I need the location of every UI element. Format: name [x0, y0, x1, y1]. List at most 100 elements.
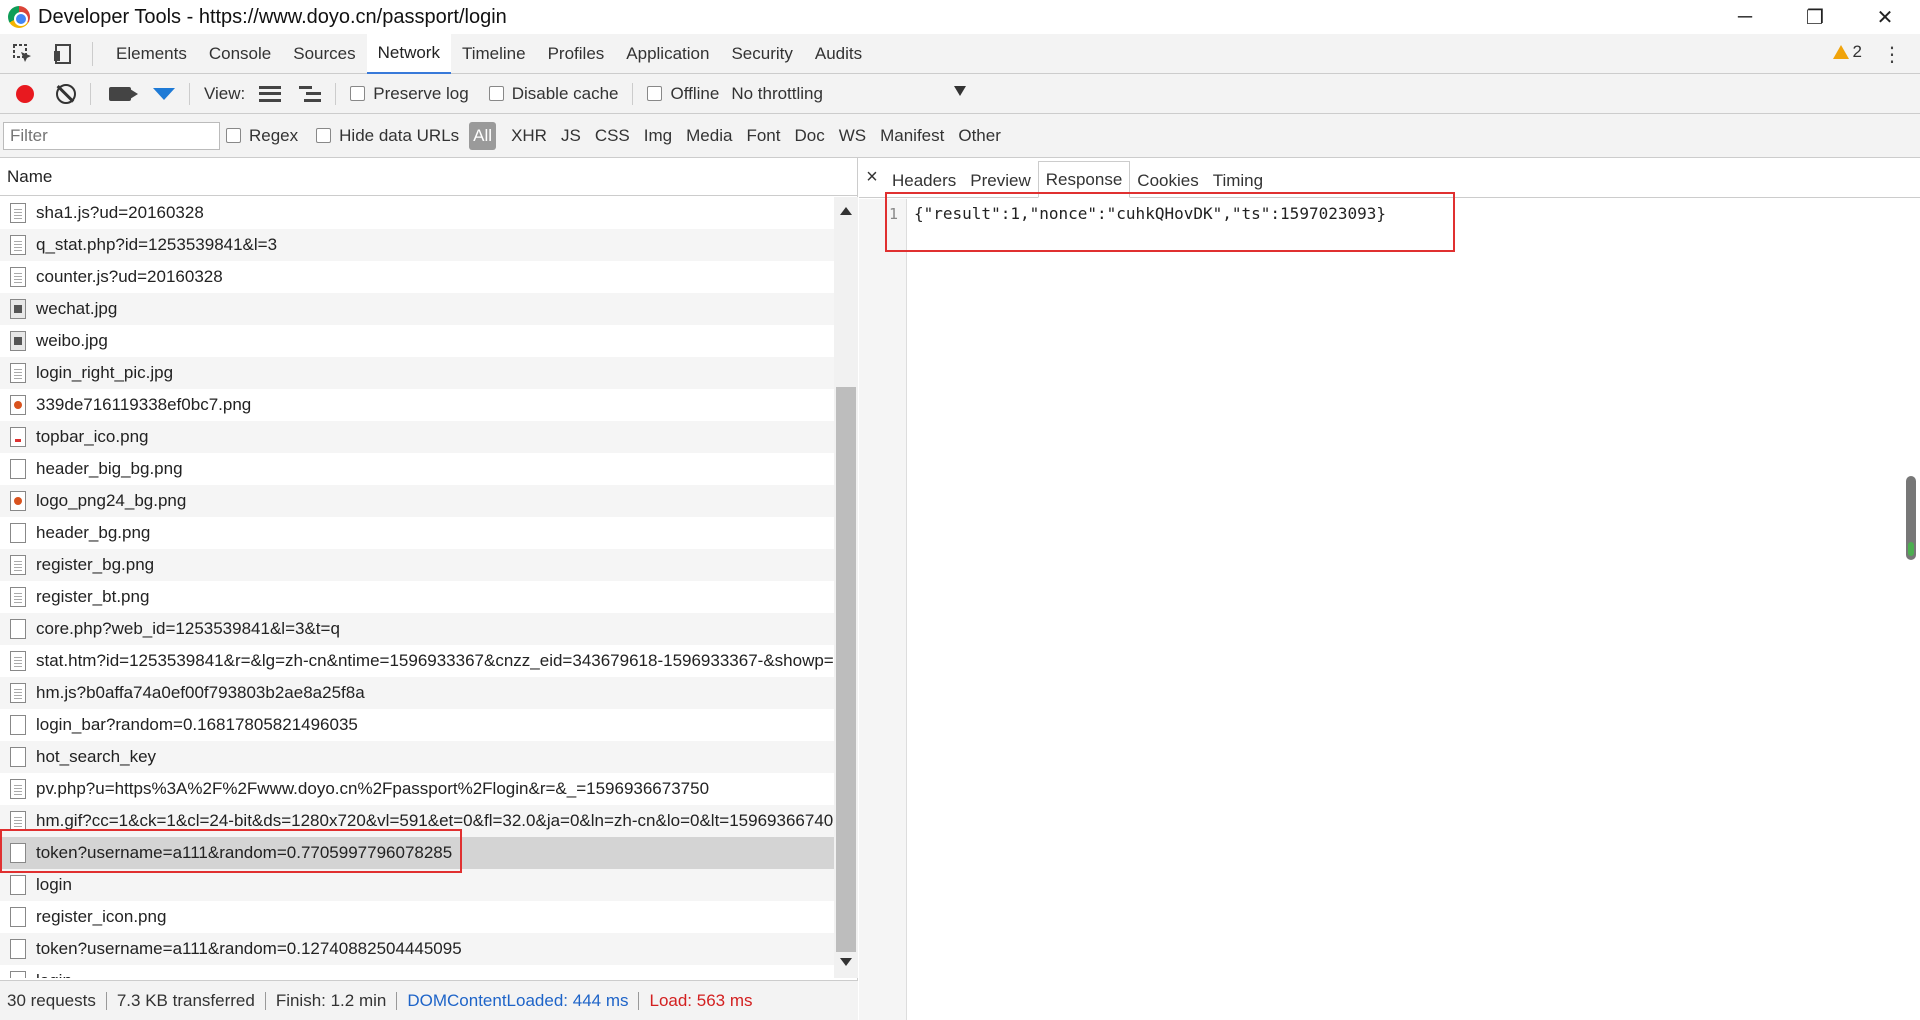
status-divider	[638, 991, 640, 1010]
filter-type-css[interactable]: CSS	[588, 122, 637, 150]
request-name: logo_png24_bg.png	[36, 491, 187, 510]
disable-cache-check[interactable]	[488, 86, 504, 101]
file-icon	[10, 267, 26, 287]
file-icon	[10, 875, 26, 895]
request-row[interactable]: stat.htm?id=1253539841&r=&lg=zh-cn&ntime…	[0, 645, 834, 677]
request-row[interactable]: register_icon.png	[0, 901, 834, 933]
request-row[interactable]: wechat.jpg	[0, 293, 834, 325]
line-gutter: 1	[859, 199, 907, 1020]
request-row[interactable]: 339de716119338ef0bc7.png	[0, 389, 834, 421]
filter-input[interactable]	[3, 121, 220, 150]
highlight-box-response	[885, 192, 1455, 252]
tab-elements[interactable]: Elements	[105, 34, 198, 74]
request-row[interactable]: q_stat.php?id=1253539841&l=3	[0, 229, 834, 261]
request-row[interactable]: sha1.js?ud=20160328	[0, 197, 834, 229]
capture-screenshots-icon[interactable]	[109, 86, 138, 101]
scrollbar-thumb[interactable]	[836, 387, 856, 952]
clear-icon[interactable]	[56, 83, 76, 104]
transferred-size: 7.3 KB transferred	[116, 990, 255, 1010]
preserve-log-check[interactable]	[350, 86, 366, 101]
status-divider	[105, 991, 107, 1010]
request-row[interactable]: header_big_bg.png	[0, 453, 834, 485]
hide-data-urls-check[interactable]	[316, 128, 332, 143]
overview-icon[interactable]	[299, 85, 322, 102]
request-row[interactable]: register_bt.png	[0, 581, 834, 613]
file-icon	[10, 907, 26, 927]
offline-checkbox[interactable]: Offline	[647, 84, 719, 104]
filter-type-xhr[interactable]: XHR	[504, 122, 554, 150]
request-row[interactable]: token?username=a111&random=0.12740882504…	[0, 933, 834, 965]
request-row[interactable]: weibo.jpg	[0, 325, 834, 357]
name-column-header[interactable]: Name	[0, 158, 857, 196]
disable-cache-checkbox[interactable]: Disable cache	[488, 84, 618, 104]
throttling-select[interactable]: No throttling	[731, 84, 823, 104]
preserve-log-label: Preserve log	[373, 83, 469, 103]
response-viewer[interactable]: 1 {"result":1,"nonce":"cuhkQHovDK","ts":…	[859, 199, 1920, 1020]
restore-button[interactable]: ❐	[1780, 0, 1850, 34]
filter-type-img[interactable]: Img	[637, 122, 679, 150]
hide-data-urls-checkbox[interactable]: Hide data URLs	[316, 126, 459, 146]
request-name: register_icon.png	[36, 907, 167, 926]
request-row[interactable]: logo_png24_bg.png	[0, 485, 834, 517]
window-title: Developer Tools - https://www.doyo.cn/pa…	[38, 5, 507, 28]
record-icon[interactable]	[16, 84, 34, 103]
request-row[interactable]: register_bg.png	[0, 549, 834, 581]
tab-audits[interactable]: Audits	[804, 34, 873, 74]
throttling-dropdown-icon[interactable]	[954, 86, 966, 96]
offline-check[interactable]	[647, 86, 663, 101]
regex-check[interactable]	[226, 128, 241, 143]
request-row[interactable]: hm.js?b0affa74a0ef00f793803b2ae8a25f8a	[0, 677, 834, 709]
close-button[interactable]: ✕	[1850, 0, 1920, 34]
filter-type-all[interactable]: All	[469, 121, 497, 150]
filter-icon[interactable]	[153, 87, 175, 100]
close-detail-icon[interactable]: ×	[859, 157, 885, 197]
scroll-up-icon[interactable]	[840, 207, 852, 215]
device-mode-icon[interactable]	[46, 37, 80, 71]
request-row[interactable]: core.php?web_id=1253539841&l=3&t=q	[0, 613, 834, 645]
preserve-log-checkbox[interactable]: Preserve log	[350, 83, 469, 104]
request-row[interactable]: login	[0, 965, 834, 978]
filter-type-manifest[interactable]: Manifest	[873, 122, 951, 150]
tab-timeline[interactable]: Timeline	[451, 34, 537, 74]
request-row[interactable]: hot_search_key	[0, 741, 834, 773]
large-rows-icon[interactable]	[259, 85, 282, 102]
filter-type-media[interactable]: Media	[679, 122, 739, 150]
filter-type-font[interactable]: Font	[739, 122, 787, 150]
request-row[interactable]: login_bar?random=0.16817805821496035	[0, 709, 834, 741]
warnings-indicator[interactable]: 2	[1832, 42, 1862, 62]
request-list-scrollbar[interactable]	[834, 197, 858, 978]
warnings-count: 2	[1852, 42, 1862, 61]
request-row[interactable]: login	[0, 869, 834, 901]
filter-type-doc[interactable]: Doc	[787, 122, 831, 150]
toolbar-divider	[90, 82, 91, 105]
editor-scroll-indicator[interactable]	[1906, 476, 1916, 560]
tab-profiles[interactable]: Profiles	[537, 34, 616, 74]
tab-application[interactable]: Application	[615, 34, 720, 74]
request-row[interactable]: counter.js?ud=20160328	[0, 261, 834, 293]
filter-type-other[interactable]: Other	[951, 122, 1008, 150]
tab-security[interactable]: Security	[720, 34, 803, 74]
request-row[interactable]: header_bg.png	[0, 517, 834, 549]
chrome-logo-icon	[8, 6, 30, 28]
minimize-button[interactable]: ─	[1710, 0, 1780, 34]
tab-sources[interactable]: Sources	[282, 34, 366, 74]
request-row[interactable]: topbar_ico.png	[0, 421, 834, 453]
regex-checkbox[interactable]: Regex	[226, 126, 298, 146]
tab-network[interactable]: Network	[366, 33, 451, 74]
toolbar-divider	[189, 82, 190, 105]
filter-type-js[interactable]: JS	[554, 122, 588, 150]
inspect-element-icon[interactable]	[6, 37, 40, 71]
main-tabs: Elements Console Sources Network Timeline Pro…	[105, 33, 873, 74]
request-row[interactable]: pv.php?u=https%3A%2F%2Fwww.doyo.cn%2Fpas…	[0, 773, 834, 805]
request-name: token?username=a111&random=0.12740882504…	[36, 939, 462, 958]
filter-type-ws[interactable]: WS	[832, 122, 873, 150]
tab-console[interactable]: Console	[198, 34, 282, 74]
more-options-icon[interactable]: ⋮	[1882, 42, 1902, 67]
file-icon	[10, 651, 26, 671]
file-icon	[10, 491, 26, 511]
scroll-down-icon[interactable]	[840, 958, 852, 966]
file-icon	[10, 299, 26, 319]
request-name: register_bg.png	[36, 555, 155, 574]
request-row[interactable]: login_right_pic.jpg	[0, 357, 834, 389]
file-icon	[10, 203, 26, 223]
